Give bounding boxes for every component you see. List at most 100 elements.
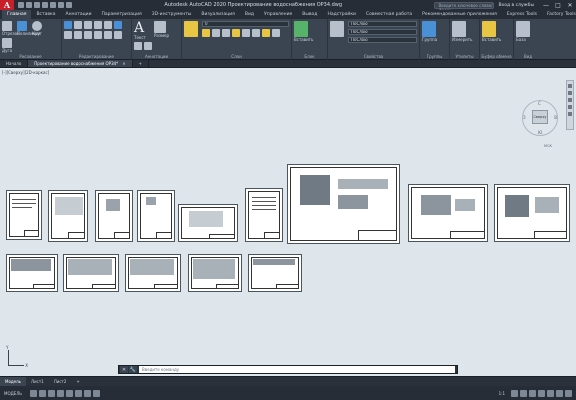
close-button[interactable]: ✕ [564, 0, 576, 10]
object-snap-icon[interactable] [75, 389, 83, 397]
line-tool[interactable]: Отрезок [2, 21, 19, 36]
layer-isolate-icon[interactable] [232, 29, 240, 37]
maximize-button[interactable]: □ [552, 0, 564, 10]
move-icon[interactable] [64, 21, 72, 29]
pan-icon[interactable] [568, 91, 572, 95]
drawing-sheet[interactable] [245, 188, 283, 242]
save-as-icon[interactable] [42, 2, 48, 8]
viewcube-face-top[interactable]: Сверху [532, 110, 548, 124]
drawing-sheet[interactable] [125, 254, 181, 292]
units-icon[interactable] [529, 389, 536, 397]
stretch-icon[interactable] [84, 31, 92, 39]
mirror-icon[interactable] [114, 21, 122, 29]
drawing-canvas[interactable]: [-][Сверху][2D-каркас] Сверху С Ю З В МС… [0, 67, 576, 376]
snap-icon[interactable] [39, 389, 47, 397]
wcs-menu[interactable]: МСК [544, 144, 552, 148]
table-icon[interactable] [144, 42, 152, 50]
viewport-controls[interactable]: [-][Сверху][2D-каркас] [2, 70, 49, 75]
layer-match-icon[interactable] [242, 29, 250, 37]
explode-icon[interactable] [74, 31, 82, 39]
layout-tab[interactable]: Лист2 [49, 377, 72, 387]
ribbon-tab[interactable]: 3D-инструменты [147, 10, 197, 19]
hardware-acceleration-icon[interactable] [547, 389, 554, 397]
isodraft-icon[interactable] [66, 389, 74, 397]
command-settings-icon[interactable]: 🔧 [129, 366, 137, 373]
layer-previous-icon[interactable] [252, 29, 260, 37]
sign-in-button[interactable]: Вход в службы [498, 3, 534, 8]
ribbon-tab[interactable]: Factory Tools [542, 10, 576, 19]
search-input[interactable]: Введите ключевое слово/фразу [434, 1, 495, 13]
ribbon-tab[interactable]: Надстройки [322, 10, 361, 19]
ribbon-tab[interactable]: Аннотации [61, 10, 97, 19]
showmotion-icon[interactable] [568, 112, 572, 116]
open-file-icon[interactable] [26, 2, 32, 8]
drawing-sheet[interactable] [6, 254, 58, 292]
drawing-sheet[interactable] [188, 254, 242, 292]
ribbon-tab[interactable]: Вывод [297, 10, 322, 19]
transparency-icon[interactable] [93, 389, 101, 397]
rotate-icon[interactable] [74, 21, 82, 29]
ribbon-tab[interactable]: Вид [240, 10, 259, 19]
layer-on-icon[interactable] [202, 29, 210, 37]
layout-tab[interactable]: Модель [0, 376, 27, 387]
ribbon-tab[interactable]: Визуализация [196, 10, 239, 19]
ortho-icon[interactable] [48, 389, 56, 397]
command-input[interactable]: Введите команду [139, 366, 455, 373]
ribbon-tab[interactable]: Совместная работа [361, 10, 417, 19]
ribbon-tab[interactable]: Управление [259, 10, 297, 19]
new-tab-button[interactable]: + [133, 60, 149, 67]
polar-icon[interactable] [57, 389, 65, 397]
zoom-icon[interactable] [568, 98, 572, 102]
layer-freeze-icon[interactable] [212, 29, 220, 37]
leader-icon[interactable] [134, 42, 142, 50]
orbit-icon[interactable] [568, 105, 572, 109]
layer-walk-icon[interactable] [262, 29, 270, 37]
print-icon[interactable] [50, 2, 56, 8]
drawing-sheet[interactable] [494, 184, 570, 242]
arc-tool[interactable]: Дуга [2, 38, 15, 53]
dimension-tool[interactable]: Размер [154, 21, 172, 40]
layer-combo[interactable]: 0 [202, 21, 289, 27]
grid-icon[interactable] [30, 389, 38, 397]
steering-wheel-icon[interactable] [568, 84, 572, 88]
copy-icon[interactable] [104, 21, 112, 29]
save-icon[interactable] [34, 2, 40, 8]
ribbon-tab[interactable]: Параметризация [97, 10, 147, 19]
text-tool[interactable]: A Текст [134, 21, 152, 40]
drawing-sheet[interactable] [248, 254, 302, 292]
workspace-gear-icon[interactable] [511, 389, 518, 397]
drawing-sheet[interactable] [408, 184, 488, 242]
close-command-line-icon[interactable]: ✕ [120, 366, 128, 373]
isolate-objects-icon[interactable] [538, 389, 545, 397]
viewcube[interactable]: Сверху С Ю З В [522, 100, 558, 136]
offset-icon[interactable] [114, 31, 122, 39]
autocad-logo-icon[interactable]: A [0, 0, 14, 10]
layer-lock-icon[interactable] [222, 29, 230, 37]
doc-tab-drawing[interactable]: Проектирование водоснабжения ОР34* ✕ [28, 60, 133, 67]
clean-screen-icon[interactable] [556, 389, 563, 397]
drawing-sheet[interactable] [137, 190, 175, 242]
doc-tab-start[interactable]: Начало [0, 60, 29, 67]
linetype-combo[interactable]: ПоСлою [348, 37, 417, 43]
match-properties-tool[interactable] [330, 21, 346, 45]
drawing-sheet[interactable] [95, 190, 133, 242]
drawing-sheet[interactable] [48, 190, 88, 242]
ribbon-tab[interactable]: Express Tools [502, 10, 542, 19]
trim-icon[interactable] [84, 21, 92, 29]
undo-icon[interactable] [58, 2, 64, 8]
drawing-sheet[interactable] [6, 190, 42, 240]
annotation-monitor-icon[interactable] [520, 389, 527, 397]
circle-tool[interactable]: Круг [32, 21, 45, 36]
polyline-tool[interactable]: Полилиния [17, 21, 40, 36]
customization-menu-icon[interactable] [565, 389, 572, 397]
new-layout-button[interactable]: + [71, 377, 84, 387]
erase-icon[interactable] [94, 21, 102, 29]
layer-merge-icon[interactable] [272, 29, 280, 37]
array-icon[interactable] [104, 31, 112, 39]
ribbon-tab[interactable]: Рекомендованные приложения [417, 10, 502, 19]
ribbon-tab[interactable]: Главная [2, 10, 32, 19]
close-tab-icon[interactable]: ✕ [122, 61, 125, 66]
lineweight-icon[interactable] [84, 389, 92, 397]
scale-icon[interactable] [94, 31, 102, 39]
new-file-icon[interactable] [18, 2, 24, 8]
